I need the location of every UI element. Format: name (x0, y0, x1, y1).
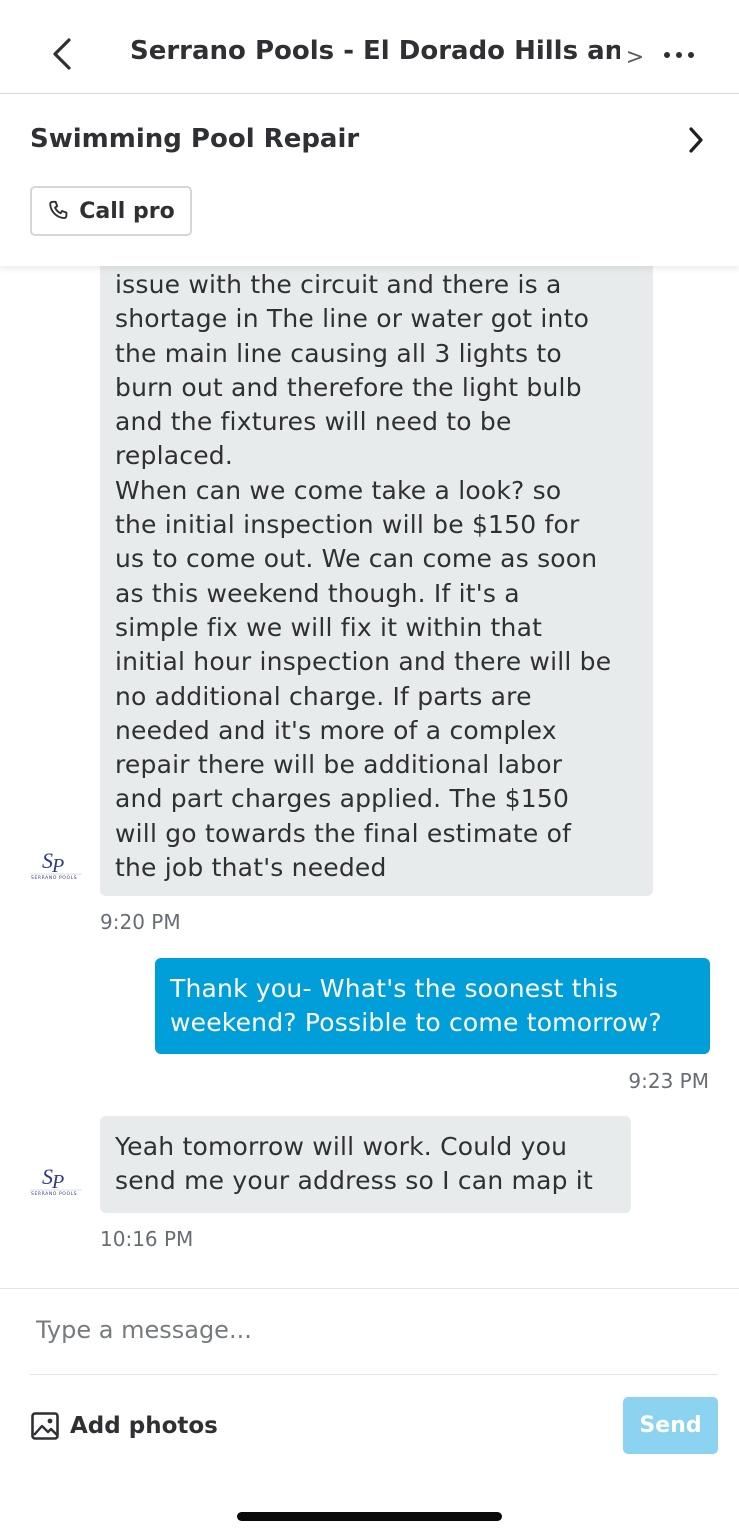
composer-divider (30, 1374, 718, 1375)
pro-avatar: S P SERRANO POOLS (28, 1160, 84, 1204)
message-text: Yeah tomorrow will work. Could you send … (115, 1132, 593, 1196)
message-bubble-incoming: Yeah tomorrow will work. Could you send … (100, 1116, 631, 1213)
svg-text:P: P (51, 1171, 64, 1193)
message-bubble-incoming: issue with the circuit and there is a sh… (100, 266, 653, 896)
service-title: Swimming Pool Repair (30, 124, 360, 154)
message-text: Thank you- What's the soonest this weeke… (170, 974, 662, 1038)
composer-divider (0, 1288, 739, 1289)
call-pro-button[interactable]: Call pro (30, 186, 192, 236)
chevron-left-icon (53, 38, 71, 70)
message-input[interactable] (30, 1300, 716, 1360)
avatar-brand-text: SERRANO POOLS (31, 875, 77, 881)
service-panel: Swimming Pool Repair Call pro (0, 94, 739, 266)
message-bubble-outgoing: Thank you- What's the soonest this weeke… (155, 958, 710, 1054)
more-dot (688, 52, 694, 58)
image-icon (31, 1412, 59, 1440)
home-indicator (237, 1512, 502, 1521)
phone-icon (49, 200, 68, 220)
message-timestamp: 10:16 PM (100, 1227, 194, 1251)
add-photos-button[interactable]: Add photos (30, 1406, 218, 1446)
back-button[interactable] (44, 30, 80, 78)
send-button[interactable]: Send (623, 1397, 718, 1454)
call-pro-label: Call pro (79, 198, 175, 224)
message-text: issue with the circuit and there is a sh… (115, 270, 612, 883)
top-nav-bar: Serrano Pools - El Dorado Hills and... > (0, 0, 739, 94)
add-photos-label: Add photos (70, 1413, 218, 1439)
pro-avatar: S P SERRANO POOLS (28, 844, 84, 888)
message-timestamp: 9:23 PM (628, 1069, 709, 1093)
service-details-link[interactable]: Swimming Pool Repair (30, 120, 710, 160)
conversation-title[interactable]: Serrano Pools - El Dorado Hills and... (130, 36, 620, 66)
message-timestamp: 9:20 PM (100, 910, 181, 934)
more-options-button[interactable] (656, 38, 702, 72)
chevron-right-icon (682, 124, 710, 156)
more-horizontal-icon (664, 52, 670, 58)
more-dot (676, 52, 682, 58)
title-chevron-icon: > (625, 44, 645, 70)
message-thread[interactable]: issue with the circuit and there is a sh… (0, 266, 739, 1288)
avatar-brand-text: SERRANO POOLS (31, 1191, 77, 1197)
